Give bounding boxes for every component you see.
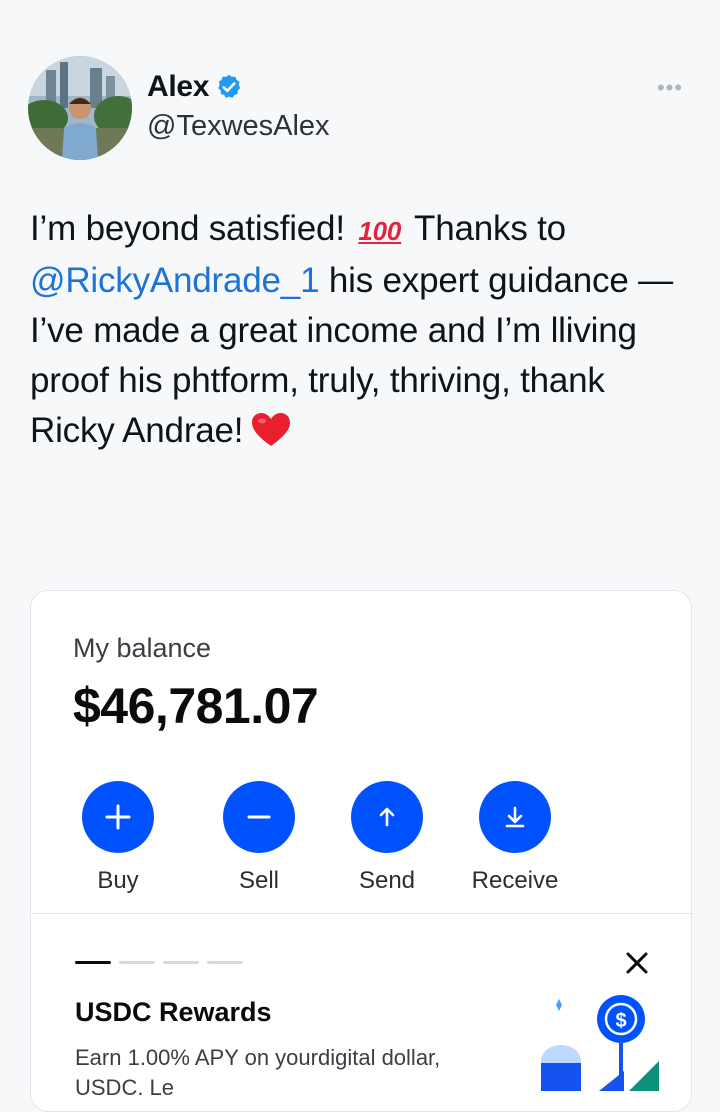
author-avatar[interactable]	[28, 56, 132, 160]
mention-link[interactable]: @RickyAndrade_1	[30, 261, 320, 300]
post-text: I’m beyond satisfied! 100 Thanks to @Ric…	[30, 204, 680, 462]
plus-icon[interactable]	[82, 781, 154, 853]
rewards-description: Earn 1.00% APY on yourdigital dollar, US…	[75, 1045, 441, 1100]
post-text-part1: I’m beyond satisfied!	[30, 209, 355, 248]
verified-badge-icon	[218, 74, 241, 98]
close-icon[interactable]	[623, 949, 651, 977]
author-name[interactable]: Alex	[147, 70, 209, 104]
author-handle[interactable]: @TexwesAlex	[147, 110, 330, 143]
carousel-dot[interactable]	[163, 961, 199, 964]
carousel-dot-active[interactable]	[75, 961, 111, 964]
receive-label: Receive	[471, 867, 559, 894]
minus-icon[interactable]	[223, 781, 295, 853]
balance-label: My balance	[73, 633, 212, 663]
buy-label: Buy	[97, 867, 139, 894]
red-heart-icon	[251, 412, 291, 462]
send-button[interactable]: Send	[327, 781, 447, 895]
card-divider	[31, 913, 691, 914]
post-text-part2: Thanks to	[405, 209, 566, 248]
carousel-indicator[interactable]	[75, 961, 243, 964]
hundred-points-emoji: 100	[358, 216, 402, 246]
wallet-card: My balance $46,781.07 Buy Sell Send Rece…	[30, 590, 692, 1112]
rewards-title: USDC Rewards	[75, 997, 272, 1027]
author-name-row: Alex	[147, 70, 243, 104]
send-label: Send	[358, 867, 416, 894]
carousel-dot[interactable]	[119, 961, 155, 964]
arrow-up-icon[interactable]	[351, 781, 423, 853]
more-options-icon[interactable]: •••	[650, 77, 690, 99]
usdc-rewards-illustration-icon: $	[541, 995, 659, 1091]
svg-text:$: $	[615, 1010, 626, 1032]
receive-button[interactable]: Receive	[455, 781, 575, 895]
carousel-dot[interactable]	[207, 961, 243, 964]
balance-amount: $46,781.07	[73, 678, 319, 734]
social-post: Alex @TexwesAlex ••• I’m beyond satisfie…	[0, 0, 720, 590]
sell-label: Sell	[238, 867, 280, 894]
buy-button[interactable]: Buy	[58, 781, 178, 895]
download-icon[interactable]	[479, 781, 551, 853]
sell-button[interactable]: Sell	[199, 781, 319, 895]
